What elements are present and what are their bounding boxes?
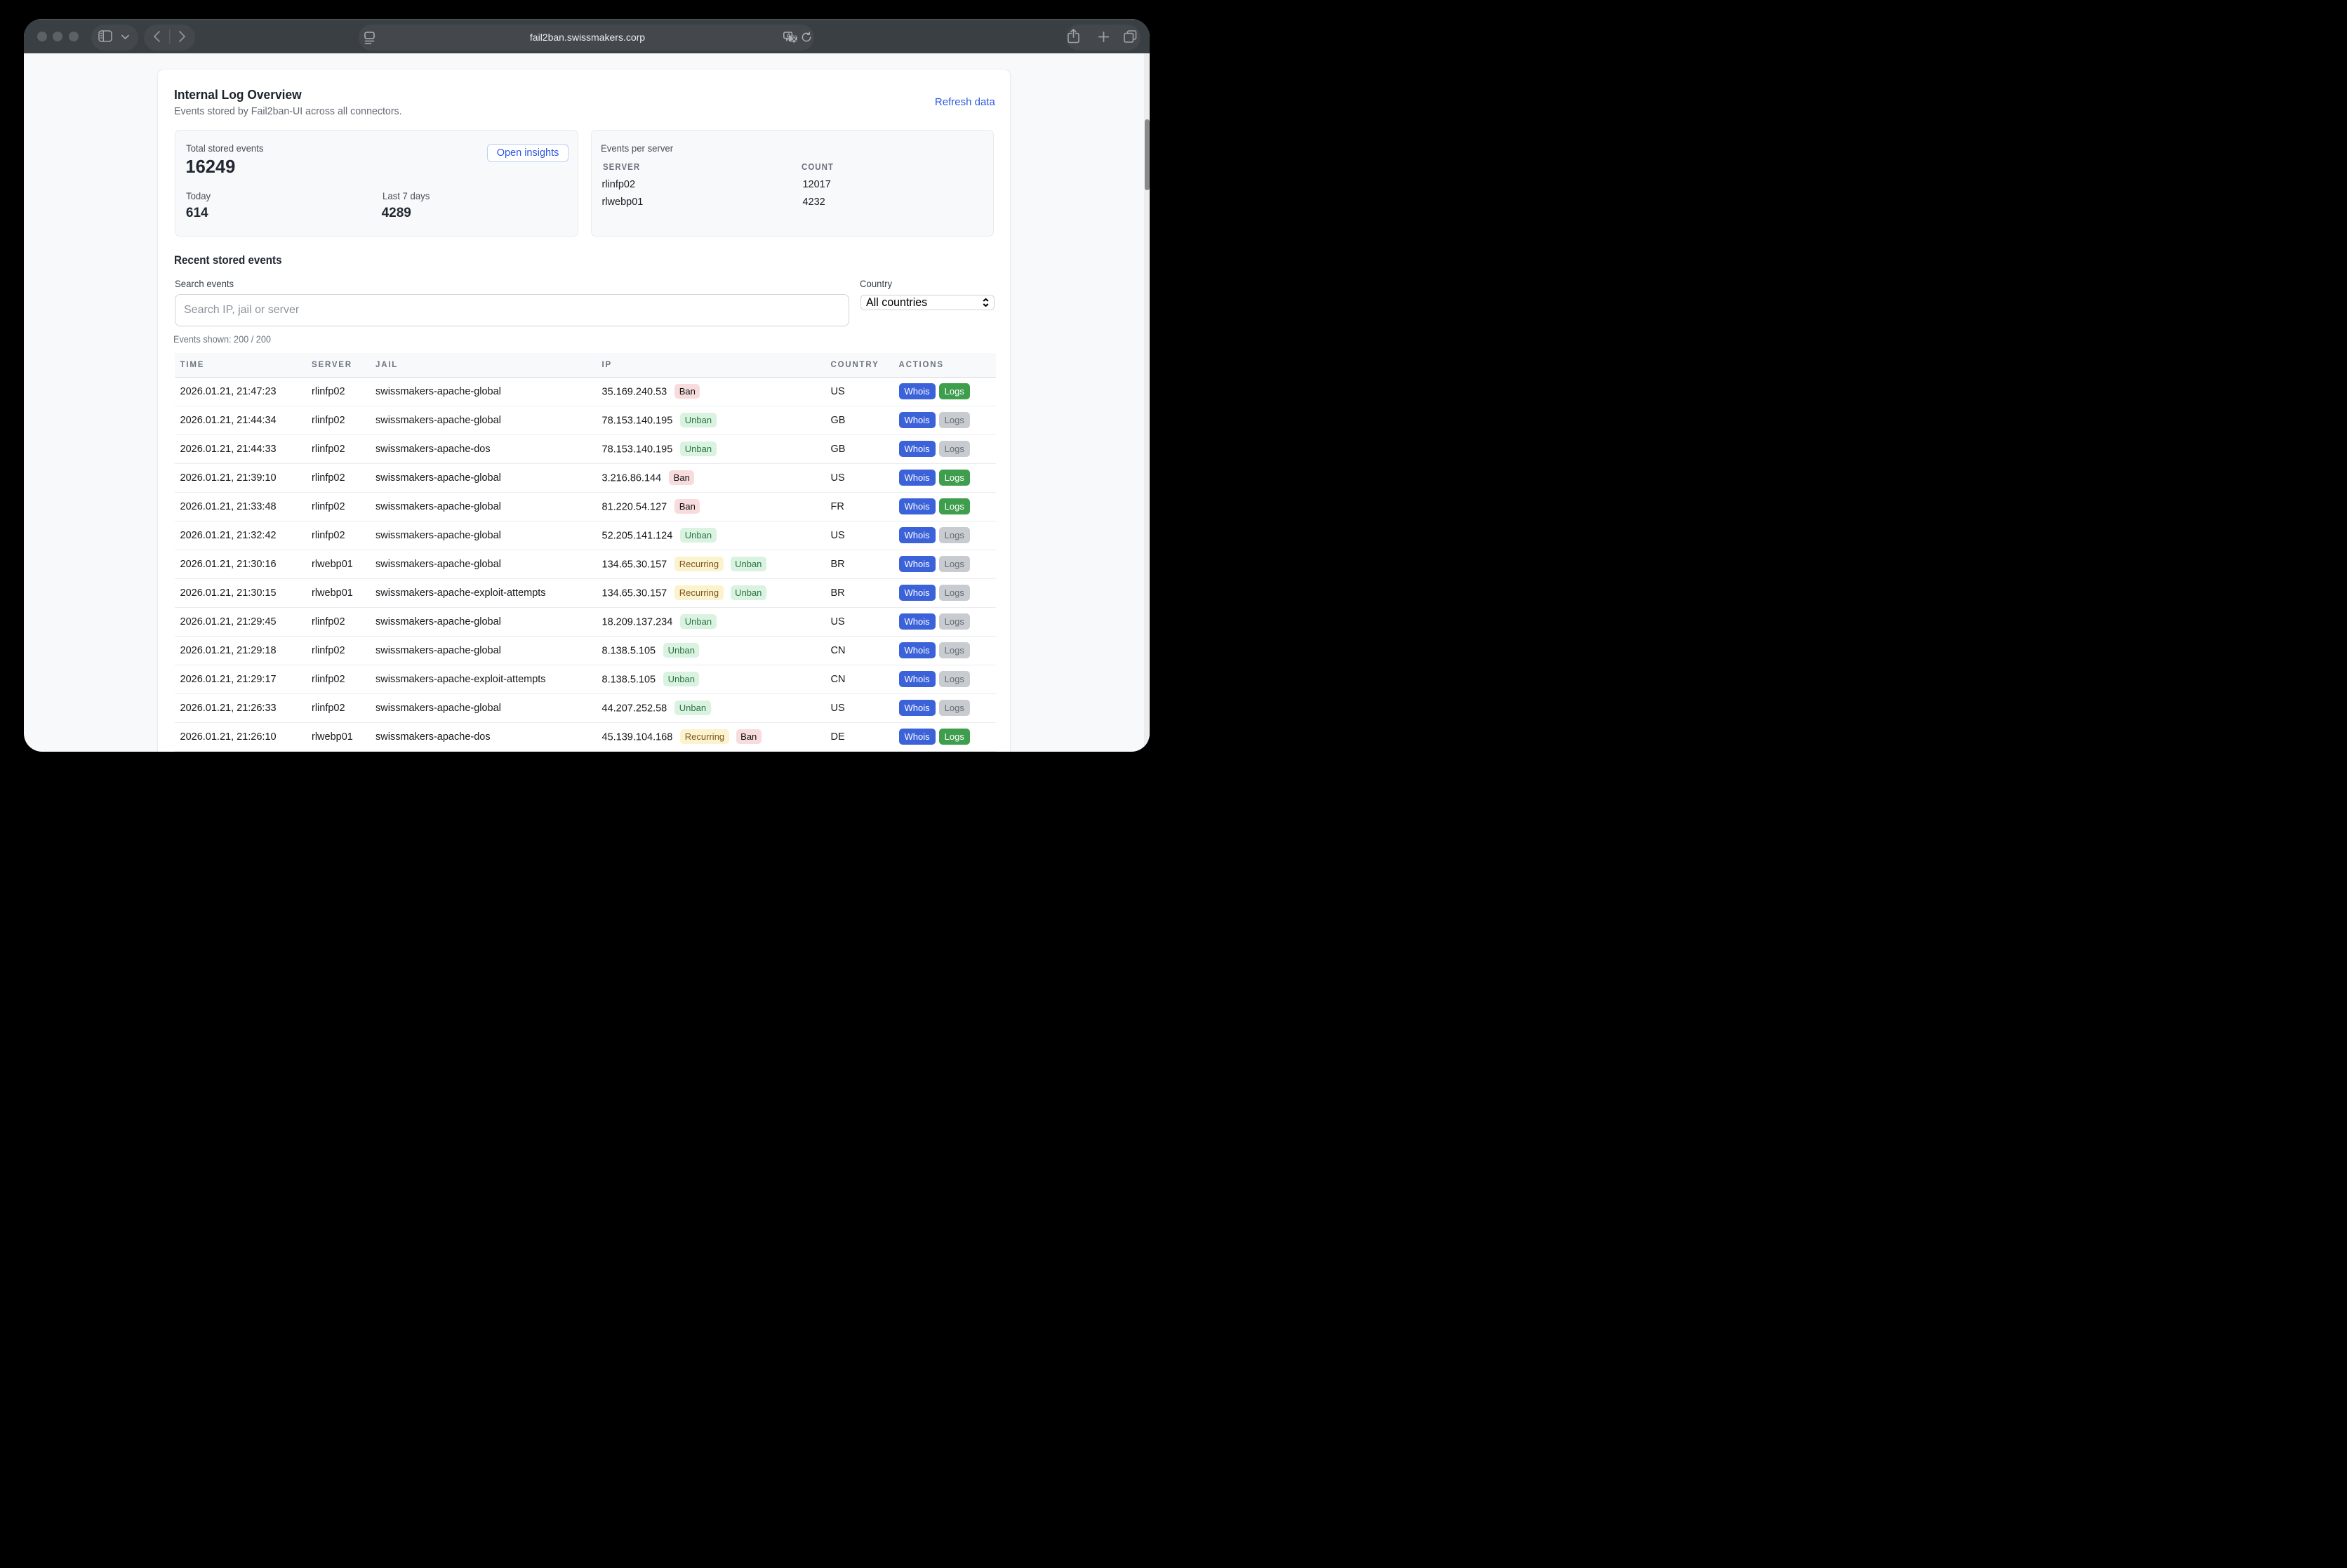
svg-text:文: 文	[791, 34, 797, 41]
